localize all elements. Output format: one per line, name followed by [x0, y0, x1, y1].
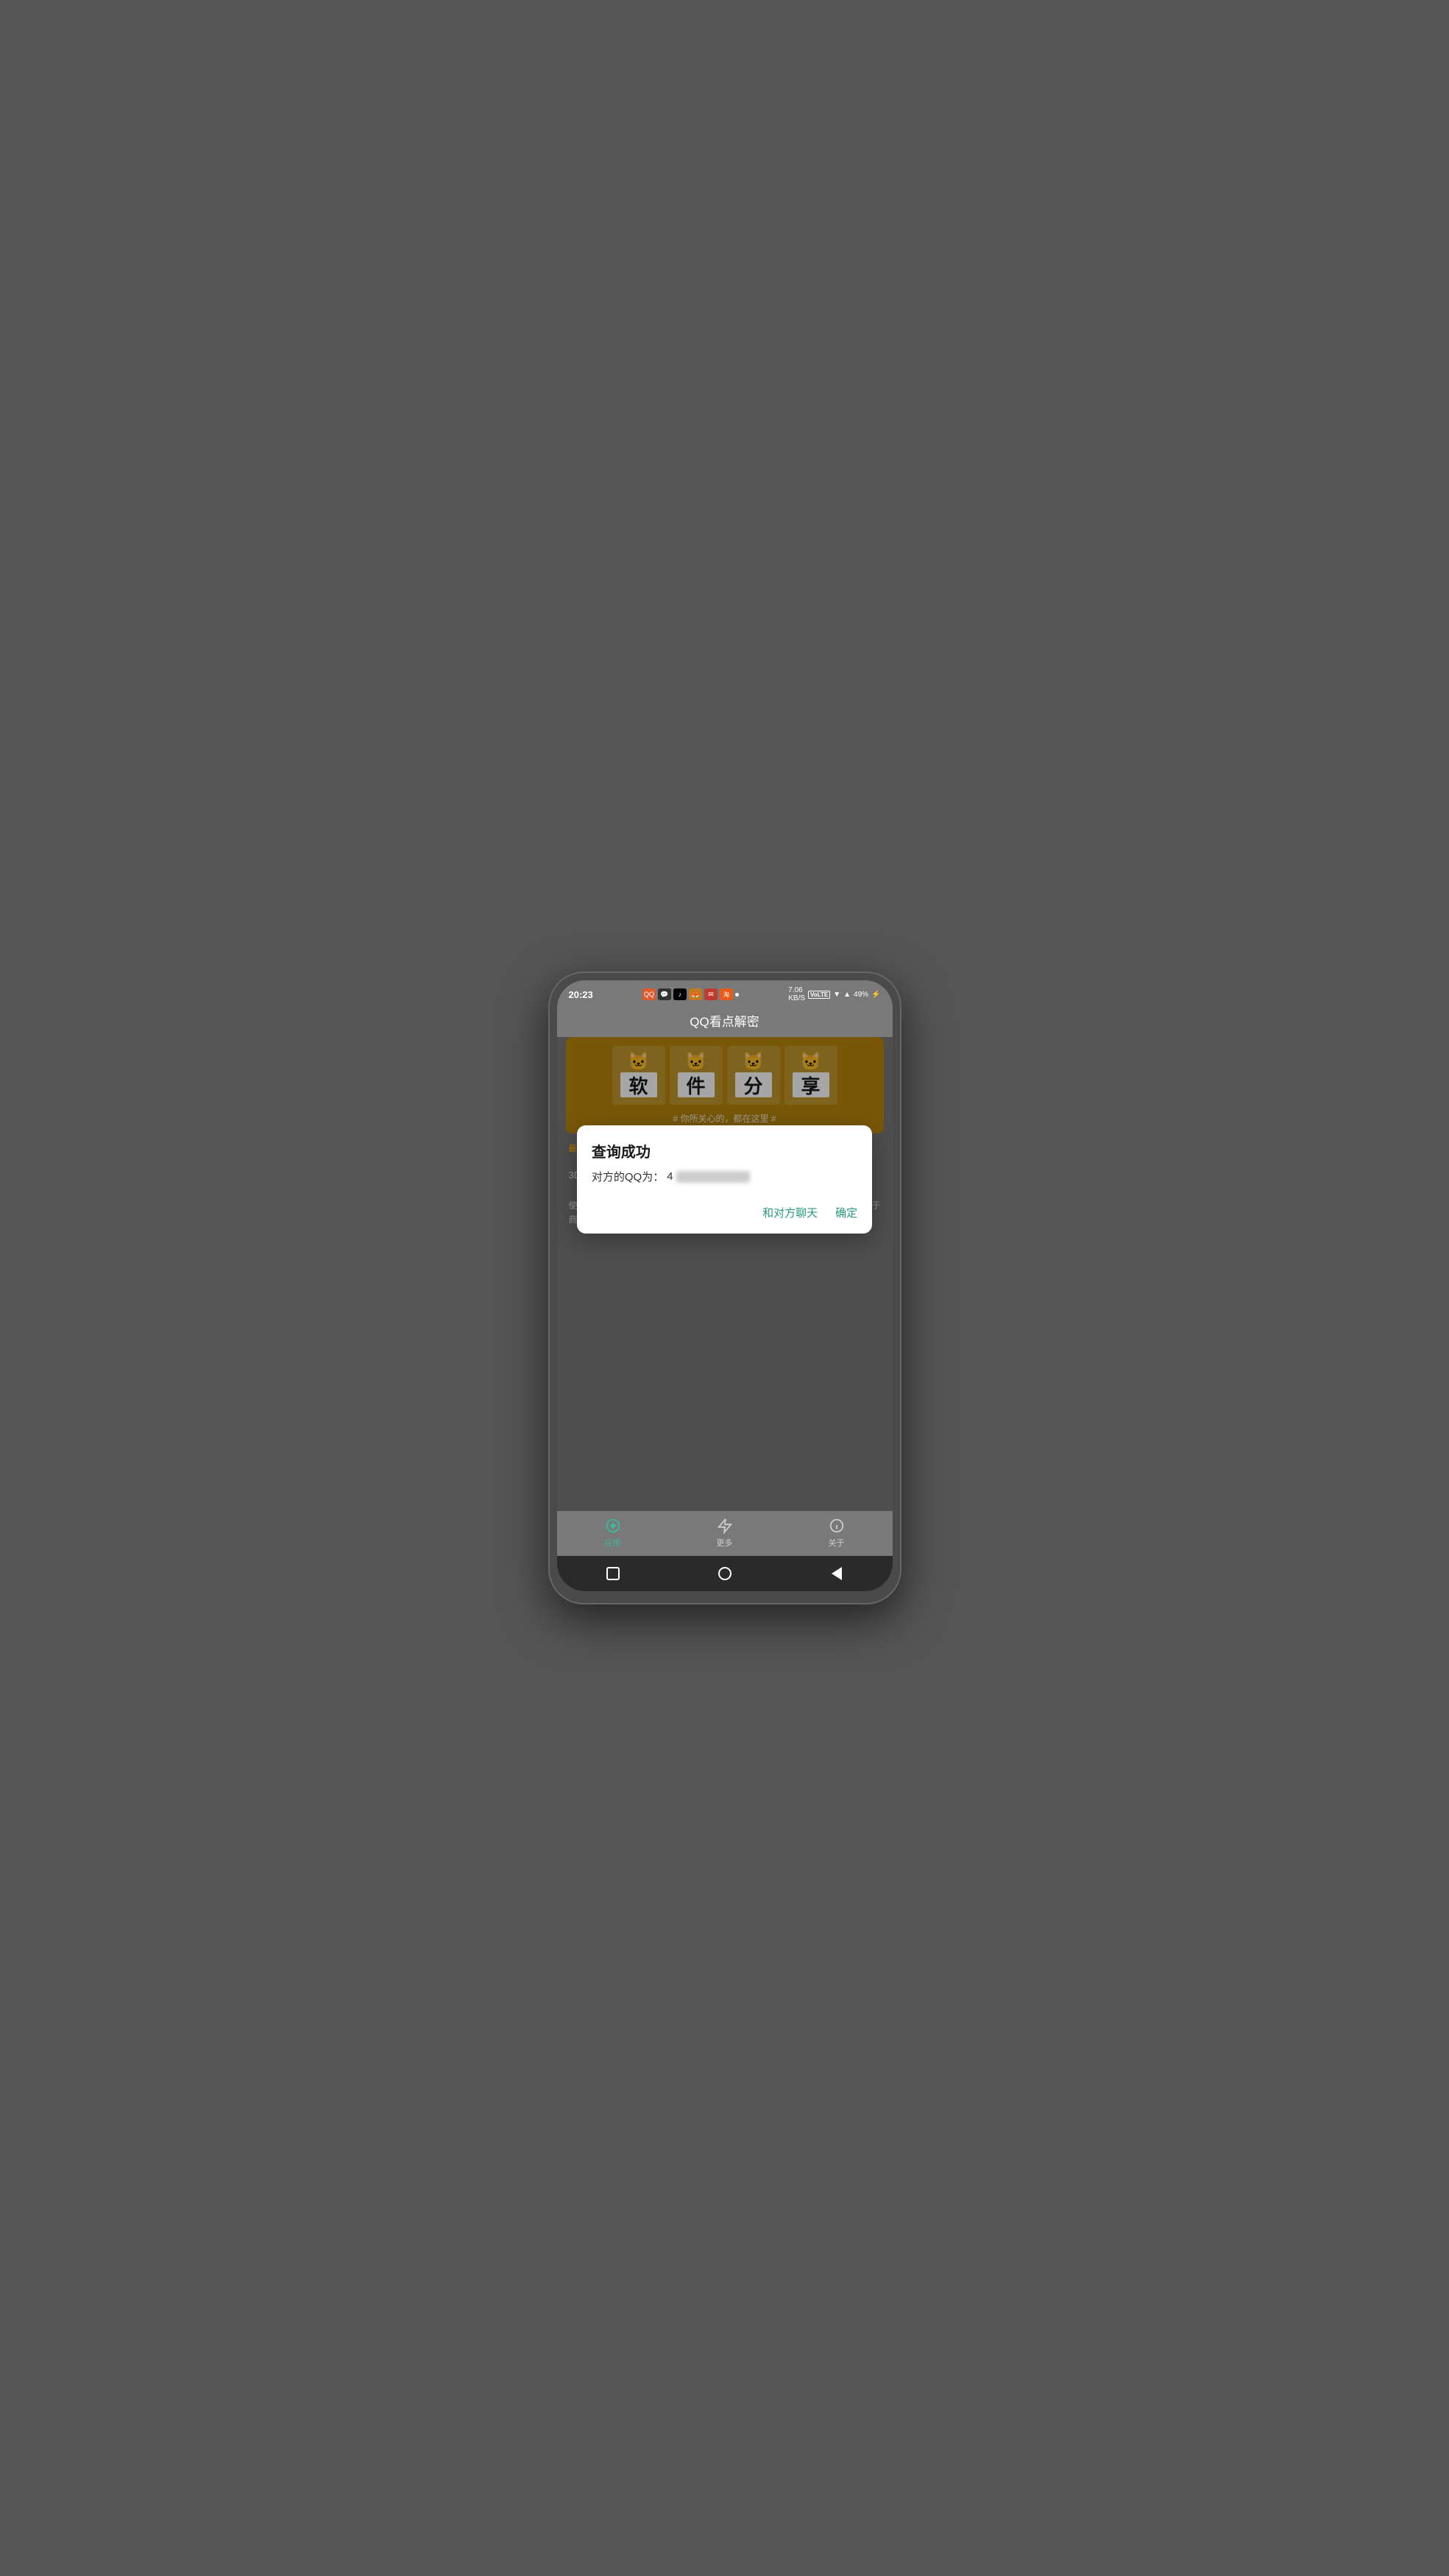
back-button[interactable] [828, 1565, 846, 1582]
dialog-box: 查询成功 对方的QQ为： 4 和对方聊天 确定 [577, 1125, 872, 1234]
dialog-content-prefix: 对方的QQ为： [592, 1169, 664, 1184]
main-content: 🐱 软 🐱 件 🐱 分 🐱 享 # [557, 1037, 893, 1511]
confirm-button[interactable]: 确定 [835, 1202, 857, 1223]
dot-icon [735, 993, 739, 997]
lightning-icon [716, 1517, 734, 1535]
volte-badge: VoLTE [808, 991, 830, 999]
dialog-overlay: 查询成功 对方的QQ为： 4 和对方聊天 确定 [557, 1037, 893, 1511]
nav-label-more: 更多 [717, 1537, 733, 1549]
tiktok-icon: ♪ [673, 988, 687, 1000]
back-icon [832, 1567, 842, 1580]
nav-label-apps: 应用 [605, 1537, 621, 1549]
app-title: QQ看点解密 [690, 1015, 759, 1029]
chat-button[interactable]: 和对方聊天 [762, 1202, 818, 1223]
info-icon [828, 1517, 846, 1535]
dialog-qq-number: 4 [667, 1170, 673, 1183]
app-header: QQ看点解密 [557, 1005, 893, 1037]
fox-icon: 🦊 [689, 988, 702, 1000]
dialog-content: 对方的QQ为： 4 [592, 1169, 857, 1184]
phone-screen: 20:23 QQ 💬 ♪ 🦊 ✉ 淘 7.06 KB/S VoLTE ▼ ▲ [557, 980, 893, 1591]
dialog-title: 查询成功 [592, 1140, 857, 1161]
status-time: 20:23 [569, 989, 593, 1000]
status-bar: 20:23 QQ 💬 ♪ 🦊 ✉ 淘 7.06 KB/S VoLTE ▼ ▲ [557, 980, 893, 1005]
apps-icon [604, 1517, 622, 1535]
nav-label-about: 关于 [829, 1537, 845, 1549]
wifi-icon: ▼ [833, 991, 840, 999]
qq-icon: QQ [642, 988, 656, 1000]
signal-icon: ▲ [843, 991, 851, 999]
battery-level: 49% [854, 991, 868, 999]
status-right-icons: 7.06 KB/S VoLTE ▼ ▲ 49% ⚡ [788, 986, 880, 1002]
recents-button[interactable] [604, 1565, 622, 1582]
recents-icon [606, 1567, 620, 1580]
bottom-nav: 应用 更多 关于 [557, 1511, 893, 1556]
dialog-actions: 和对方聊天 确定 [592, 1199, 857, 1223]
home-button[interactable] [716, 1565, 734, 1582]
nav-item-apps[interactable]: 应用 [604, 1517, 622, 1549]
nav-item-more[interactable]: 更多 [716, 1517, 734, 1549]
msg-icon: 💬 [658, 988, 671, 1000]
charging-icon: ⚡ [871, 991, 880, 999]
dialog-qq-blur [676, 1171, 750, 1183]
notification-icons: QQ 💬 ♪ 🦊 ✉ 淘 [642, 988, 739, 1000]
system-nav-bar [557, 1556, 893, 1591]
phone-device: 20:23 QQ 💬 ♪ 🦊 ✉ 淘 7.06 KB/S VoLTE ▼ ▲ [548, 972, 901, 1604]
taobao-icon: 淘 [720, 988, 733, 1000]
nav-item-about[interactable]: 关于 [828, 1517, 846, 1549]
mail-icon: ✉ [704, 988, 718, 1000]
network-speed: 7.06 KB/S [788, 986, 805, 1002]
home-icon [718, 1567, 731, 1580]
